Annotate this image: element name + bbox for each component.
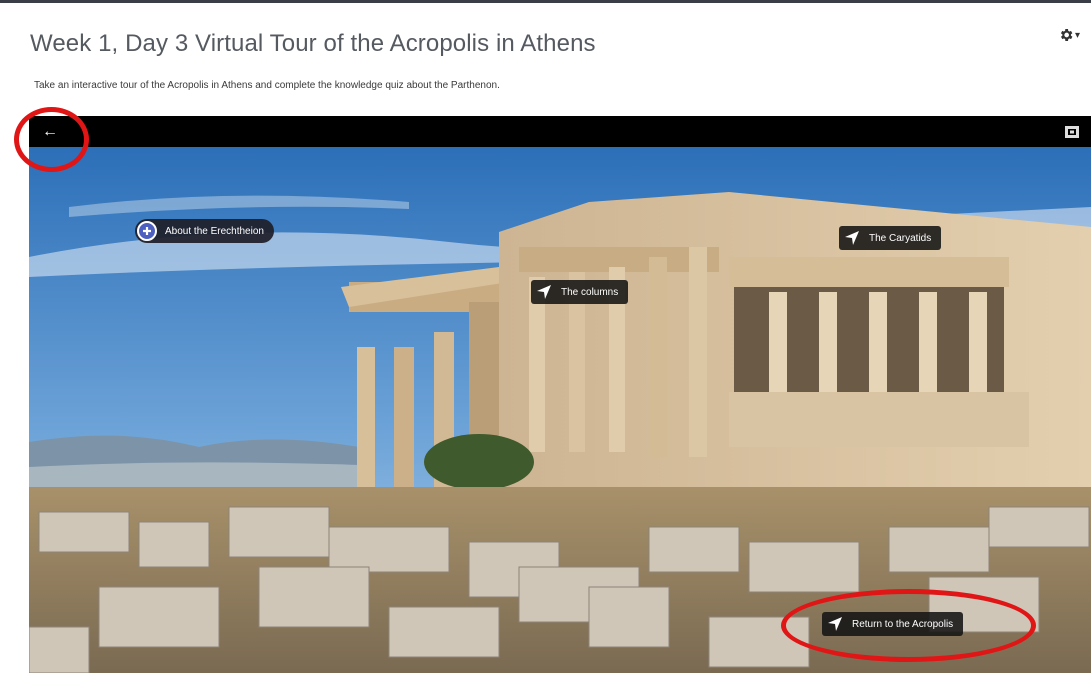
hotspot-the-caryatids[interactable]: The Caryatids — [839, 226, 942, 250]
chevron-down-icon: ▾ — [1075, 29, 1081, 41]
hotspot-the-columns[interactable]: The columns — [531, 280, 629, 304]
hotspot-label: The columns — [561, 286, 619, 298]
page-title: Week 1, Day 3 Virtual Tour of the Acropo… — [30, 30, 596, 57]
virtual-tour-viewer[interactable]: ← About the Erechtheion The columns The … — [29, 116, 1091, 673]
back-arrow-icon: ← — [42, 123, 58, 140]
gear-icon — [1060, 29, 1073, 41]
intro-text: Take an interactive tour of the Acropoli… — [34, 80, 500, 91]
hotspot-about-erechtheion[interactable]: About the Erechtheion — [135, 219, 274, 243]
top-border — [0, 0, 1091, 3]
fullscreen-button[interactable] — [1065, 125, 1079, 138]
back-button[interactable]: ← — [39, 122, 61, 142]
navigate-arrow-icon — [535, 283, 553, 301]
hotspot-return-to-acropolis[interactable]: Return to the Acropolis — [822, 612, 964, 636]
hotspot-label: About the Erechtheion — [165, 225, 264, 237]
viewer-toolbar: ← — [29, 116, 1091, 147]
hotspot-label: Return to the Acropolis — [852, 618, 954, 630]
hotspot-label: The Caryatids — [869, 232, 932, 244]
settings-menu[interactable]: ▾ — [1058, 24, 1090, 46]
fullscreen-icon — [1065, 126, 1079, 138]
info-plus-icon — [137, 221, 157, 241]
panorama-scene[interactable]: About the Erechtheion The columns The Ca… — [29, 147, 1091, 673]
navigate-arrow-icon — [843, 229, 861, 247]
navigate-arrow-icon — [826, 615, 844, 633]
